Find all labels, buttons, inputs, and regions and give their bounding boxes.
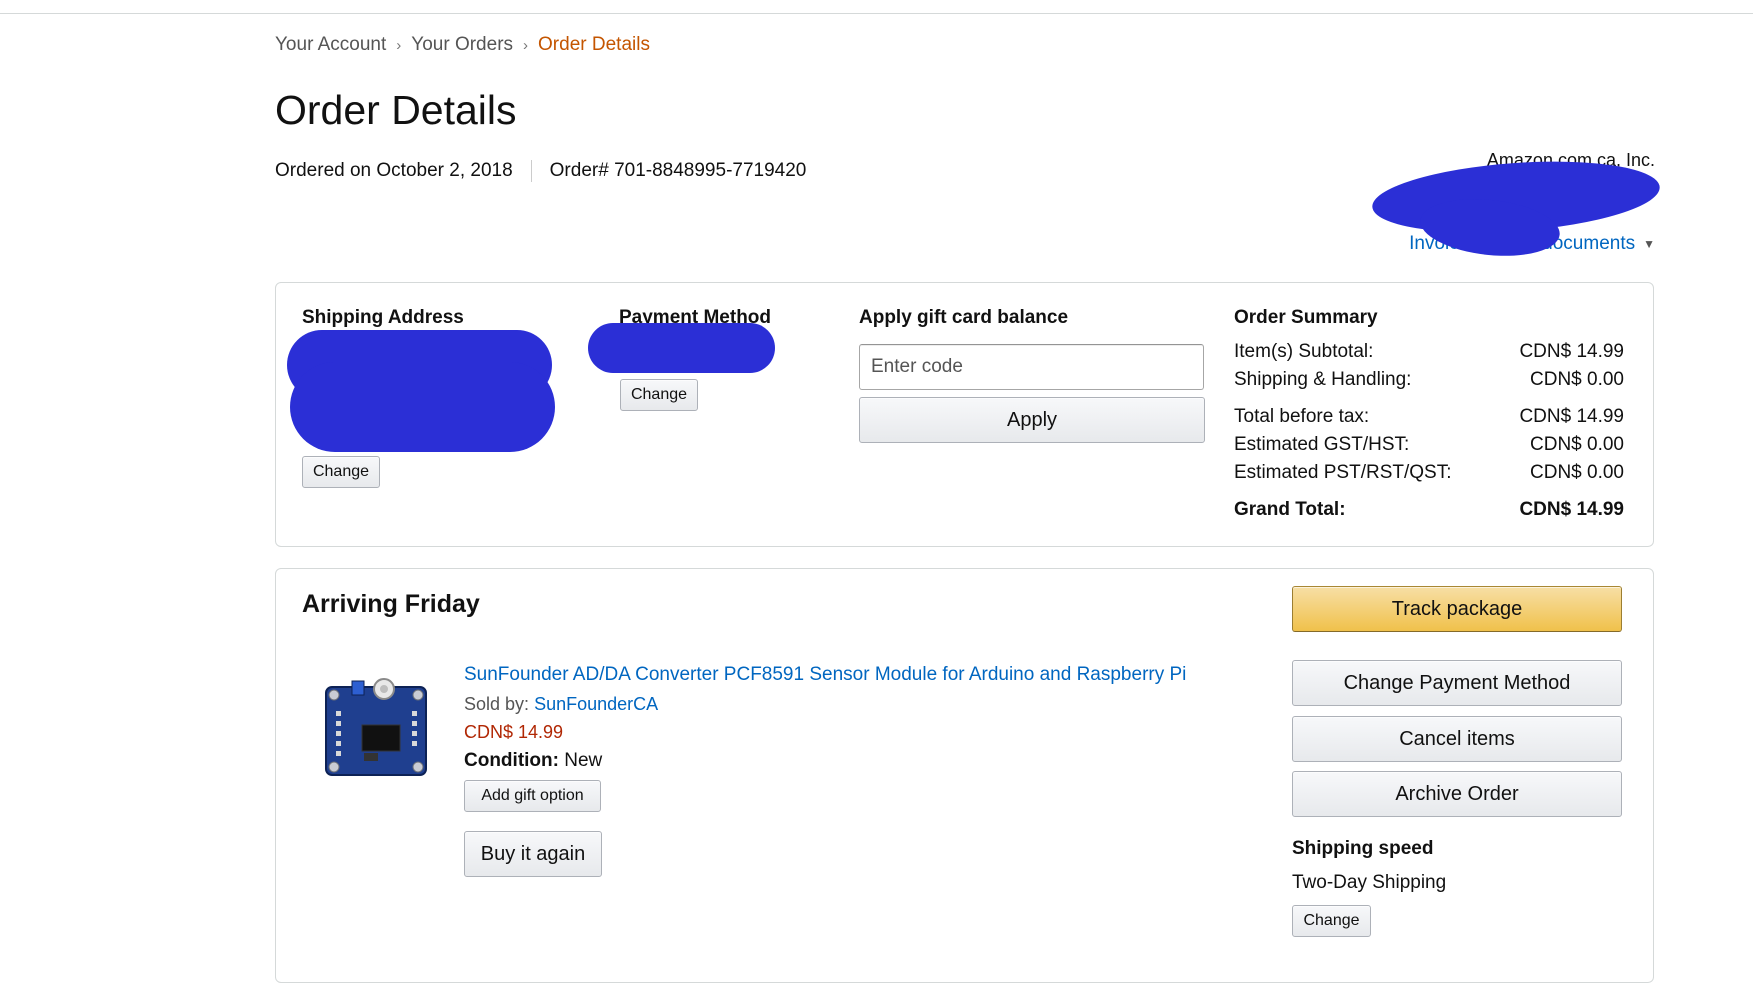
shipping-address-title: Shipping Address [302, 307, 464, 328]
buy-it-again-button[interactable]: Buy it again [464, 831, 602, 877]
circuit-board-icon [325, 678, 427, 776]
grand-total-label: Grand Total: [1234, 499, 1346, 520]
meta-divider [530, 160, 532, 182]
breadcrumb: Your Account › Your Orders › Order Detai… [275, 34, 650, 56]
seller-link[interactable]: SunFounderCA [534, 694, 658, 714]
track-package-button[interactable]: Track package [1292, 586, 1622, 632]
add-gift-option-button[interactable]: Add gift option [464, 780, 601, 812]
grand-total-value: CDN$ 14.99 [1519, 499, 1624, 520]
delivery-status: Arriving Friday [302, 590, 480, 618]
cancel-items-button[interactable]: Cancel items [1292, 716, 1622, 762]
summary-label: Item(s) Subtotal: [1234, 341, 1374, 362]
caret-down-icon[interactable]: ▼ [1643, 237, 1655, 251]
condition-label: Condition: [464, 750, 559, 771]
change-payment-method-action-button[interactable]: Change Payment Method [1292, 660, 1622, 706]
summary-label: Estimated GST/HST: [1234, 434, 1410, 455]
summary-row: Shipping & Handling: CDN$ 0.00 [1234, 369, 1624, 391]
summary-value: CDN$ 14.99 [1519, 341, 1624, 362]
breadcrumb-separator: › [523, 36, 529, 54]
condition-value: New [564, 750, 603, 771]
change-shipping-address-button[interactable]: Change [302, 456, 380, 488]
summary-value: CDN$ 0.00 [1530, 434, 1624, 455]
order-summary-title: Order Summary [1234, 307, 1378, 328]
breadcrumb-your-account[interactable]: Your Account [275, 34, 386, 56]
shipping-speed-title: Shipping speed [1292, 838, 1434, 859]
product-price: CDN$ 14.99 [464, 722, 564, 742]
apply-gift-card-button[interactable]: Apply [859, 397, 1205, 443]
breadcrumb-separator: › [396, 36, 402, 54]
redaction-scribble [588, 323, 775, 373]
breadcrumb-order-details[interactable]: Order Details [538, 34, 650, 56]
change-payment-method-button[interactable]: Change [620, 379, 698, 411]
breadcrumb-your-orders[interactable]: Your Orders [411, 34, 513, 56]
product-title-link[interactable]: SunFounder AD/DA Converter PCF8591 Senso… [464, 664, 1186, 686]
product-image[interactable] [322, 675, 432, 780]
archive-order-button[interactable]: Archive Order [1292, 771, 1622, 817]
summary-row: Total before tax: CDN$ 14.99 [1234, 406, 1624, 428]
order-meta: Ordered on October 2, 2018 Order# 701-88… [275, 160, 806, 182]
summary-label: Shipping & Handling: [1234, 369, 1412, 390]
product-condition: Condition: New [464, 750, 602, 772]
summary-row: Estimated PST/RST/QST: CDN$ 0.00 [1234, 462, 1624, 484]
summary-row: Estimated GST/HST: CDN$ 0.00 [1234, 434, 1624, 456]
top-nav-edge [0, 0, 1753, 14]
summary-value: CDN$ 14.99 [1519, 406, 1624, 427]
shipping-speed-value: Two-Day Shipping [1292, 872, 1447, 893]
grand-total-row: Grand Total: CDN$ 14.99 [1234, 499, 1624, 521]
summary-label: Estimated PST/RST/QST: [1234, 462, 1452, 483]
order-date: Ordered on October 2, 2018 [275, 160, 513, 181]
summary-label: Total before tax: [1234, 406, 1370, 427]
sold-by: Sold by: SunFounderCA [464, 694, 658, 715]
change-shipping-speed-button[interactable]: Change [1292, 905, 1371, 937]
page-title: Order Details [275, 87, 517, 133]
summary-value: CDN$ 0.00 [1530, 462, 1624, 483]
sold-by-label: Sold by: [464, 694, 530, 714]
gift-code-input[interactable] [859, 344, 1204, 390]
redaction-scribble [290, 362, 555, 452]
summary-value: CDN$ 0.00 [1530, 369, 1624, 390]
gift-card-title: Apply gift card balance [859, 307, 1069, 328]
order-number: Order# 701-8848995-7719420 [549, 160, 807, 181]
summary-row: Item(s) Subtotal: CDN$ 14.99 [1234, 341, 1624, 363]
